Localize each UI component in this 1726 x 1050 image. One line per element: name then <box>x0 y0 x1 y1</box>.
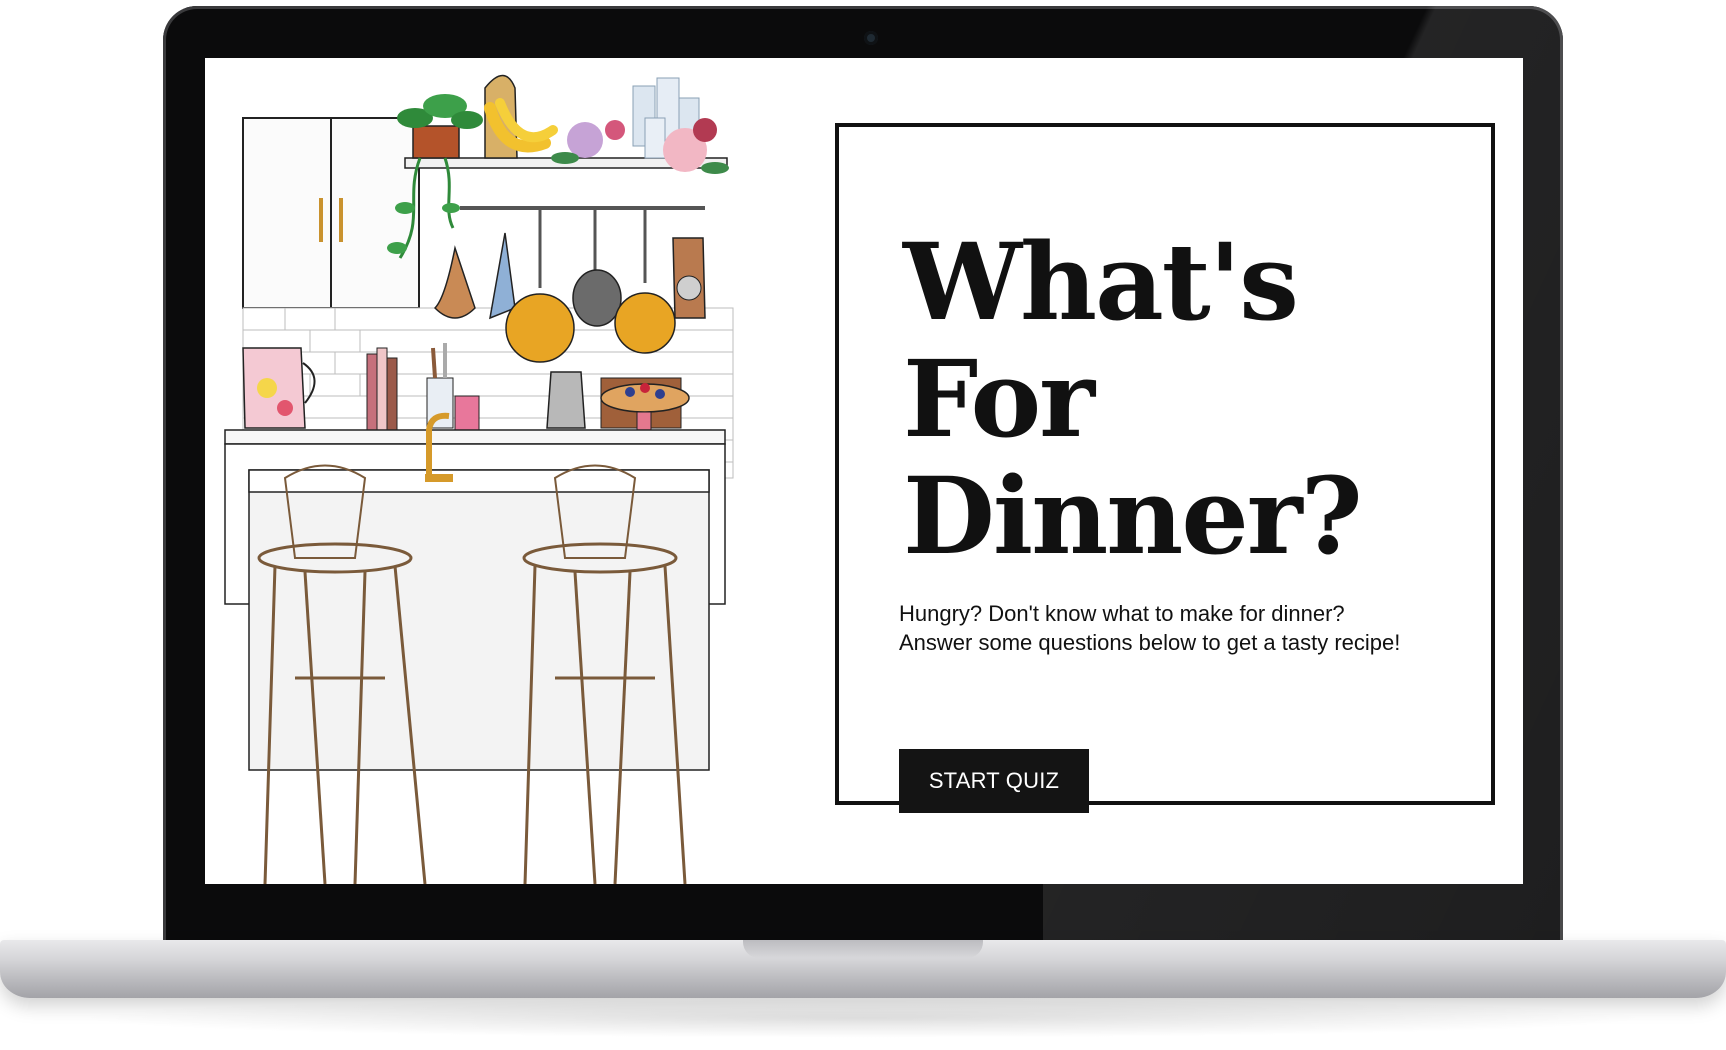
laptop-shadow <box>70 998 1656 1038</box>
title-line: For <box>903 336 1095 461</box>
title-line: What's <box>903 219 1299 344</box>
page-title: What's For Dinner? <box>903 223 1463 574</box>
title-line: Dinner? <box>903 453 1363 578</box>
kitchen-illustration <box>224 74 734 884</box>
laptop-screen: What's For Dinner? Hungry? Don't know wh… <box>205 58 1523 884</box>
hero-card: What's For Dinner? Hungry? Don't know wh… <box>835 123 1495 813</box>
books-icon <box>366 347 398 433</box>
laptop-base <box>0 940 1726 998</box>
hero-description: Hungry? Don't know what to make for dinn… <box>899 599 1479 657</box>
counter <box>224 429 726 771</box>
upper-cabinet <box>242 117 420 309</box>
description-line: Answer some questions below to get a tas… <box>899 630 1401 655</box>
start-quiz-button[interactable]: START QUIZ <box>899 749 1089 813</box>
moka-pot-icon <box>546 371 586 429</box>
laptop-notch <box>743 940 983 958</box>
webcam-icon <box>864 31 878 45</box>
banana-icon <box>484 74 558 159</box>
description-line: Hungry? Don't know what to make for dinn… <box>899 601 1345 626</box>
